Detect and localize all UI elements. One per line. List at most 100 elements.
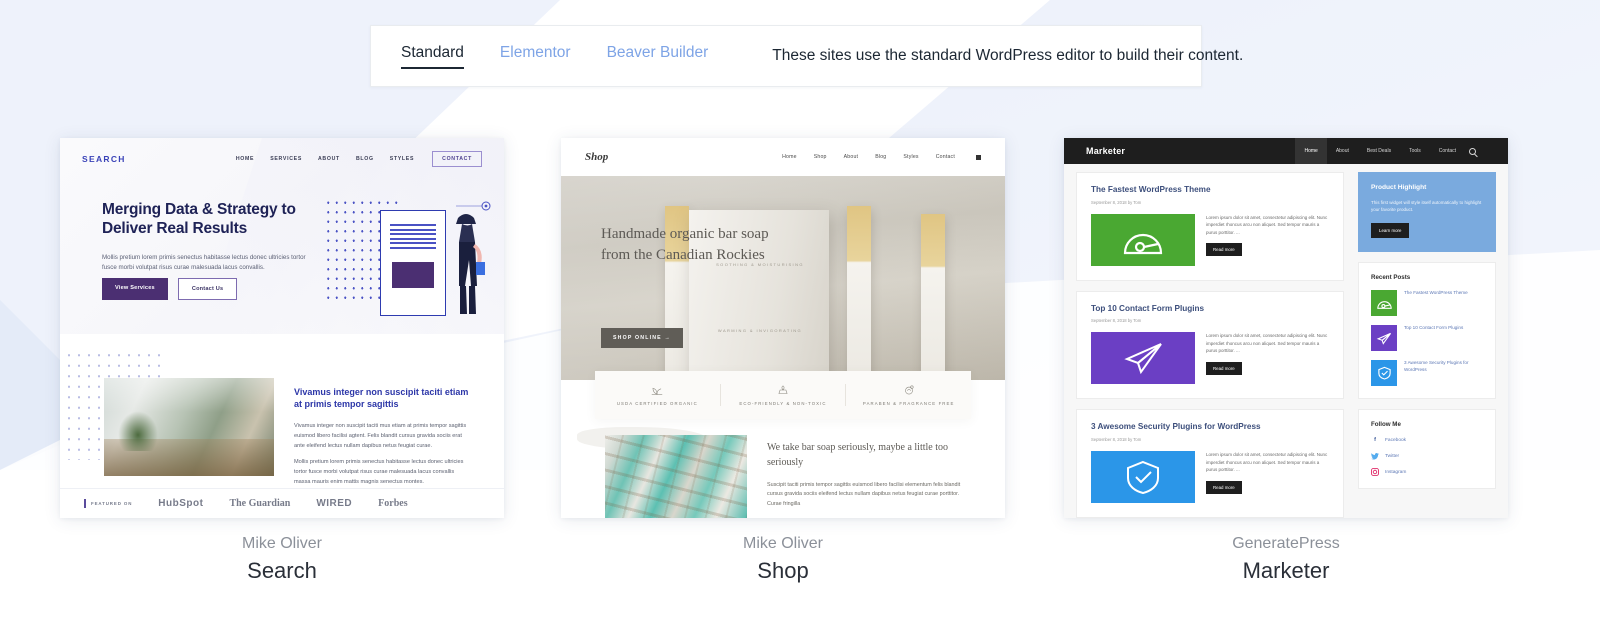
site-preview-card-search[interactable]: SEARCH HOME SERVICES ABOUT BLOG STYLES C…	[60, 138, 504, 518]
page-root: Standard Elementor Beaver Builder These …	[0, 0, 1600, 629]
nav-item-services[interactable]: SERVICES	[270, 156, 302, 162]
post-title[interactable]: The Fastest WordPress Theme	[1091, 185, 1329, 196]
caption-title[interactable]: Search	[60, 556, 504, 586]
nav-item-home[interactable]: HOME	[236, 156, 254, 162]
post-title[interactable]: Top 10 Contact Form Plugins	[1091, 304, 1329, 315]
widget-follow-me: Follow Me f Facebook Twitter Instagram	[1358, 409, 1496, 490]
recent-post-item[interactable]: The Fastest WordPress Theme	[1371, 290, 1483, 317]
plant-icon	[652, 387, 663, 395]
social-link[interactable]: Instagram	[1371, 468, 1483, 477]
social-label[interactable]: Instagram	[1385, 470, 1406, 475]
social-label[interactable]: Twitter	[1385, 454, 1399, 459]
recent-post-item[interactable]: 3 Awesome Security Plugins for WordPress	[1371, 360, 1483, 387]
tab-standard[interactable]: Standard	[401, 45, 464, 69]
read-more-button[interactable]: Read more	[1206, 480, 1242, 494]
brand-forbes: Forbes	[378, 498, 408, 509]
caption-title[interactable]: Marketer	[1064, 556, 1508, 586]
post-title[interactable]: 3 Awesome Security Plugins for WordPress	[1091, 422, 1329, 433]
search-hero-illustration	[324, 196, 494, 326]
nav-item-shop[interactable]: Shop	[814, 154, 827, 160]
read-more-button[interactable]: Read more	[1206, 361, 1242, 375]
tab-beaver-builder[interactable]: Beaver Builder	[607, 45, 709, 67]
featured-bar-decoration	[84, 499, 86, 508]
brand-hubspot: HubSpot	[158, 498, 204, 509]
read-more-button[interactable]: Read more	[1206, 243, 1242, 257]
tab-description: These sites use the standard WordPress e…	[772, 47, 1244, 64]
shop-hero-headline: Handmade organic bar soap from the Canad…	[601, 226, 769, 264]
post-meta: September 8, 2018 by Tom	[1091, 199, 1142, 205]
bottle-icon	[904, 385, 914, 395]
shop-nav-menu: Home Shop About Blog Styles Contact	[782, 154, 981, 160]
document-block-decoration	[392, 262, 434, 288]
feature-eco: ECO-FRIENDLY & NON-TOXIC	[721, 384, 847, 406]
nav-item-tools[interactable]: Tools	[1400, 138, 1430, 164]
contact-us-button[interactable]: Contact Us	[177, 278, 238, 300]
post-thumbnail	[1091, 450, 1195, 503]
social-link[interactable]: f Facebook	[1371, 436, 1483, 444]
nav-item-blog[interactable]: BLOG	[356, 156, 374, 162]
paper-plane-icon	[1124, 343, 1162, 375]
featured-on-text: FEATURED ON	[91, 501, 133, 506]
learn-more-button[interactable]: Learn more	[1371, 223, 1410, 239]
cart-icon[interactable]	[976, 154, 981, 160]
post-thumbnail	[1091, 213, 1195, 266]
nav-contact-button[interactable]: CONTACT	[432, 151, 482, 167]
shop-section-body: Suscipit taciti primis tempor sagittis e…	[767, 482, 961, 507]
post-text: Lorem ipsum dolor sit amet, consectetur …	[1206, 332, 1329, 384]
nav-item-styles[interactable]: STYLES	[390, 156, 414, 162]
nav-item-about[interactable]: About	[1327, 138, 1358, 164]
post-thumbnail	[1091, 332, 1195, 385]
search-section-heading: Vivamus integer non suscipit taciti etia…	[294, 387, 469, 410]
post-item[interactable]: 3 Awesome Security Plugins for WordPress…	[1076, 409, 1344, 518]
search-content-section: Vivamus integer non suscipit taciti etia…	[60, 334, 504, 518]
shop-site-logo[interactable]: Shop	[585, 151, 608, 163]
leaf-box-icon	[778, 385, 788, 394]
speedometer-icon	[1123, 233, 1163, 254]
site-preview-card-marketer[interactable]: Marketer Home About Best Deals Tools Con…	[1064, 138, 1508, 518]
search-site-nav: SEARCH HOME SERVICES ABOUT BLOG STYLES C…	[60, 138, 504, 180]
tab-elementor[interactable]: Elementor	[500, 45, 571, 67]
soap-bars-photo	[605, 435, 747, 518]
search-site-preview: SEARCH HOME SERVICES ABOUT BLOG STYLES C…	[60, 138, 504, 518]
recent-post-title[interactable]: Top 10 Contact Form Plugins	[1404, 325, 1463, 332]
search-hero-paragraph: Mollis pretium lorem primis senectus hab…	[102, 254, 306, 272]
site-preview-card-shop[interactable]: Shop Home Shop About Blog Styles Contact…	[561, 138, 1005, 518]
caption-title[interactable]: Shop	[561, 556, 1005, 586]
nav-item-contact[interactable]: Contact	[1430, 138, 1465, 164]
recent-post-title[interactable]: The Fastest WordPress Theme	[1404, 290, 1468, 297]
search-icon[interactable]	[1469, 147, 1476, 155]
shop-online-button[interactable]: SHOP ONLINE →	[601, 328, 683, 348]
post-excerpt: Lorem ipsum dolor sit amet, consectetur …	[1206, 451, 1328, 473]
shop-hero-image: SOOTHING & MOISTURISING WARMING & INVIGO…	[561, 176, 1005, 380]
nav-item-contact[interactable]: Contact	[936, 154, 955, 160]
shop-section-heading: We take bar soap seriously, maybe a litt…	[767, 442, 948, 468]
nav-item-about[interactable]: About	[844, 154, 859, 160]
caption-author: GeneratePress	[1232, 535, 1340, 552]
search-nav-menu: HOME SERVICES ABOUT BLOG STYLES CONTACT	[236, 151, 482, 167]
nav-item-styles[interactable]: Styles	[903, 154, 918, 160]
post-item[interactable]: Top 10 Contact Form Plugins September 8,…	[1076, 290, 1344, 400]
caption-author: Mike Oliver	[742, 535, 823, 552]
widget-title: Product Highlight	[1371, 184, 1427, 191]
recent-post-item[interactable]: Top 10 Contact Form Plugins	[1371, 325, 1483, 352]
social-link[interactable]: Twitter	[1371, 452, 1483, 460]
nav-item-best-deals[interactable]: Best Deals	[1358, 138, 1400, 164]
view-services-button[interactable]: View Services	[102, 278, 168, 300]
shop-content-section: We take bar soap seriously, maybe a litt…	[561, 419, 1005, 518]
recent-post-title[interactable]: 3 Awesome Security Plugins for WordPress	[1404, 360, 1483, 374]
nav-item-home[interactable]: Home	[782, 154, 797, 160]
nav-item-about[interactable]: ABOUT	[318, 156, 340, 162]
featured-on-strip: FEATURED ON HubSpot The Guardian WIRED F…	[60, 488, 504, 518]
post-item[interactable]: The Fastest WordPress Theme September 8,…	[1076, 172, 1344, 281]
nav-item-blog[interactable]: Blog	[875, 154, 886, 160]
social-label[interactable]: Facebook	[1385, 438, 1406, 443]
instagram-icon	[1371, 468, 1379, 477]
nav-item-home[interactable]: Home	[1295, 138, 1327, 164]
shield-check-icon	[1371, 360, 1397, 387]
product-label-2: WARMING & INVIGORATING	[717, 328, 803, 333]
search-site-logo[interactable]: SEARCH	[82, 154, 126, 164]
marketer-sidebar: Product Highlight This first widget will…	[1358, 172, 1496, 490]
card-caption-search: Mike Oliver Search	[60, 533, 504, 586]
shop-site-preview: Shop Home Shop About Blog Styles Contact…	[561, 138, 1005, 518]
marketer-site-logo[interactable]: Marketer	[1086, 146, 1125, 156]
